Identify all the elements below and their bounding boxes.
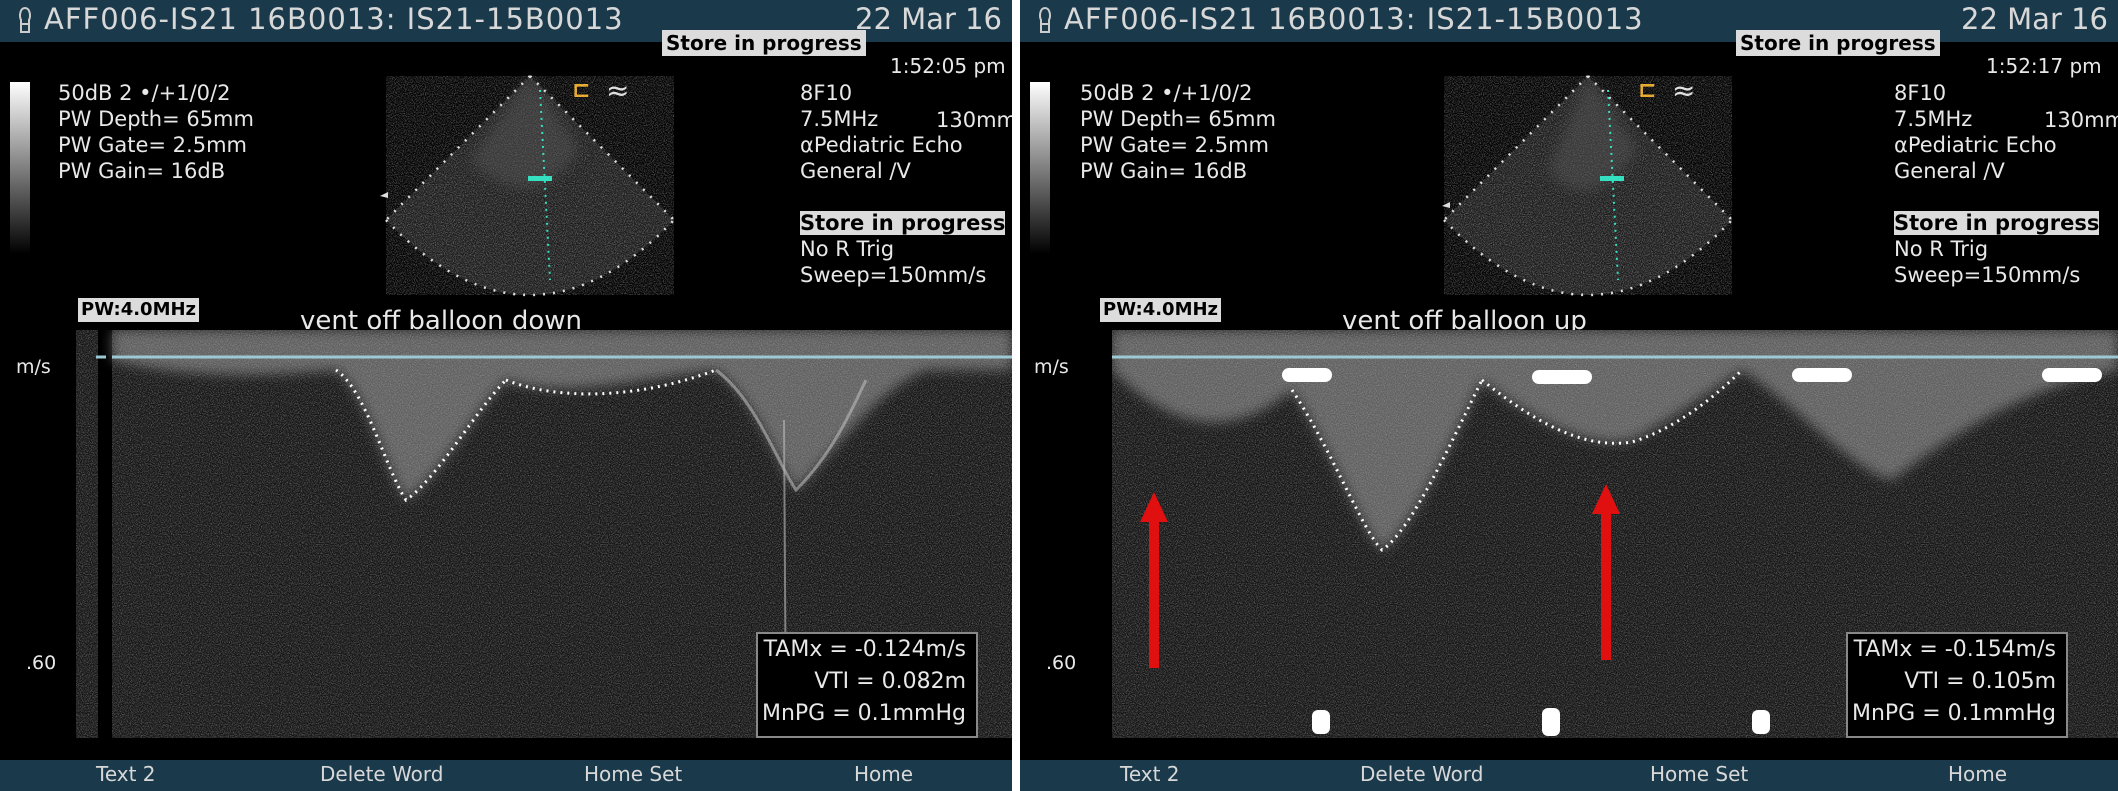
image-depth: 130mm — [2044, 108, 2118, 132]
store-status-badge: Store in progress — [1736, 30, 1940, 56]
velocity-unit: m/s — [1034, 356, 1069, 378]
ultrasound-panel-right: AFF006-IS21 16B0013: IS21-15B0013 22 Mar… — [1020, 0, 2118, 791]
trigger-status: No R Trig — [1894, 237, 1989, 261]
vti-value: VTI = 0.105m — [1904, 669, 2056, 694]
softkey-bar: Text 2 Delete Word Home Set Home — [1020, 760, 2118, 791]
image-depth: 130mm — [936, 108, 1012, 132]
clock-time: 1:52:17 pm — [1986, 54, 2102, 78]
ultrasound-panel-left: AFF006-IS21 16B0013: IS21-15B0013 22 Mar… — [0, 0, 1012, 791]
pw-gain: PW Gain= 16dB — [58, 159, 226, 183]
gain-setting: 50dB 2 •/+1/0/2 — [1080, 81, 1253, 105]
exam-date: 22 Mar 16 — [1961, 2, 2108, 36]
measurement-box: TAMx = -0.154m/s VTI = 0.105m MnPG = 0.1… — [1846, 632, 2068, 738]
pw-gate: PW Gate= 2.5mm — [58, 133, 247, 157]
pw-depth: PW Depth= 65mm — [1080, 107, 1276, 131]
gain-setting: 50dB 2 •/+1/0/2 — [58, 81, 231, 105]
probe-model: 8F10 — [800, 81, 853, 105]
clock-time: 1:52:05 pm — [890, 54, 1006, 78]
red-arrow-annotation — [1140, 492, 1168, 668]
pw-gain: PW Gain= 16dB — [1080, 159, 1248, 183]
mode-name: General /V — [1894, 159, 2005, 183]
bmode-sector-image — [380, 75, 675, 297]
mnpg-value: MnPG = 0.1mmHg — [761, 701, 966, 726]
softkey-home[interactable]: Home — [1948, 762, 2007, 786]
softkey-delete-word[interactable]: Delete Word — [1360, 762, 1483, 786]
grayscale-bar — [1030, 82, 1050, 254]
store-status-badge: Store in progress — [1894, 211, 2100, 235]
bmode-sector-image — [1442, 75, 1733, 297]
pw-parameters: 50dB 2 •/+1/0/2 PW Depth= 65mm PW Gate= … — [1080, 80, 1276, 184]
softkey-text2[interactable]: Text 2 — [96, 762, 156, 786]
softkey-home-set[interactable]: Home Set — [584, 762, 682, 786]
pw-frequency-badge: PW:4.0MHz — [78, 298, 200, 322]
red-arrow-annotation — [1592, 484, 1620, 660]
pw-frequency-badge: PW:4.0MHz — [1100, 298, 1222, 322]
grayscale-bar — [10, 82, 30, 254]
softkey-bar: Text 2 Delete Word Home Set Home — [0, 760, 1012, 791]
velocity-scale-mark: .60 — [1046, 652, 1077, 674]
probe-model: 8F10 — [1894, 81, 1947, 105]
softkey-home-set[interactable]: Home Set — [1650, 762, 1748, 786]
mode-name: General /V — [800, 159, 911, 183]
pw-parameters: 50dB 2 •/+1/0/2 PW Depth= 65mm PW Gate= … — [58, 80, 254, 184]
softkey-delete-word[interactable]: Delete Word — [320, 762, 443, 786]
softkey-home[interactable]: Home — [854, 762, 913, 786]
vti-value: VTI = 0.082m — [814, 669, 966, 694]
store-status-badge: Store in progress — [800, 211, 1006, 235]
trigger-status: No R Trig — [800, 237, 895, 261]
store-status-badge: Store in progress — [662, 30, 866, 56]
probe-icon — [1039, 6, 1051, 33]
velocity-scale-mark: .60 — [26, 652, 57, 674]
exam-date: 22 Mar 16 — [855, 2, 1002, 36]
measurement-box: TAMx = -0.124m/s VTI = 0.082m MnPG = 0.1… — [756, 632, 978, 738]
tamx-value: TAMx = -0.154m/s — [1853, 637, 2056, 662]
patient-title: AFF006-IS21 16B0013: IS21-15B0013 — [1064, 2, 1644, 36]
probe-icon — [19, 6, 31, 33]
mnpg-value: MnPG = 0.1mmHg — [1851, 701, 2056, 726]
title-bar: AFF006-IS21 16B0013: IS21-15B0013 22 Mar… — [1020, 0, 2118, 42]
softkey-text2[interactable]: Text 2 — [1120, 762, 1180, 786]
velocity-unit: m/s — [16, 356, 51, 378]
preset-name: αPediatric Echo — [800, 133, 963, 157]
tamx-value: TAMx = -0.124m/s — [763, 637, 966, 662]
patient-title: AFF006-IS21 16B0013: IS21-15B0013 — [44, 2, 624, 36]
preset-name: αPediatric Echo — [1894, 133, 2057, 157]
pw-gate: PW Gate= 2.5mm — [1080, 133, 1269, 157]
sweep-speed: Sweep=150mm/s — [1894, 263, 2081, 287]
pw-depth: PW Depth= 65mm — [58, 107, 254, 131]
sweep-speed: Sweep=150mm/s — [800, 263, 987, 287]
